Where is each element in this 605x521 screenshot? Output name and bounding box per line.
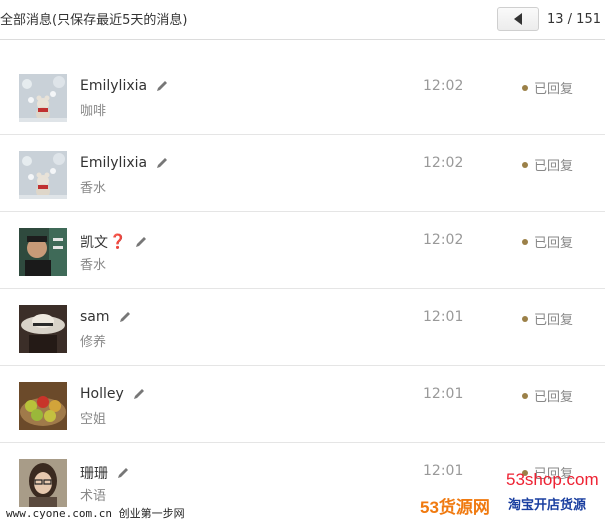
message-time: 12:01 — [423, 309, 464, 325]
avatar[interactable] — [19, 151, 67, 199]
message-time: 12:02 — [423, 232, 464, 248]
contact-name-text[interactable]: 珊珊 — [80, 463, 108, 483]
status-dot-icon — [522, 238, 528, 245]
message-time: 12:01 — [423, 386, 464, 402]
message-preview: 修养 — [80, 335, 107, 350]
contact-name-text[interactable]: 凯文 — [80, 232, 108, 252]
chevron-left-icon — [514, 13, 522, 25]
watermark-brand: 53货源网 — [420, 498, 490, 517]
message-list: Emilylixia 咖啡 12:02 已回复 Emilylixia 香水 12… — [0, 58, 605, 520]
message-preview: 术语 — [80, 489, 107, 504]
page-counter: 13 / 151 — [547, 11, 601, 27]
watermark-slogan: 淘宝开店货源 — [508, 497, 587, 512]
pencil-icon[interactable] — [118, 310, 132, 324]
avatar[interactable] — [19, 382, 67, 430]
status-text: 已回复 — [534, 390, 574, 405]
prev-page-button[interactable] — [497, 7, 539, 31]
contact-name[interactable]: sam — [80, 309, 132, 325]
watermark-domain: 53shop.com — [506, 470, 599, 489]
contact-name[interactable]: 珊珊 — [80, 463, 130, 483]
contact-name[interactable]: Emilylixia — [80, 78, 169, 94]
status-text: 已回复 — [534, 82, 574, 97]
avatar[interactable] — [19, 305, 67, 353]
status-badge: 已回复 — [522, 78, 573, 97]
contact-name-text[interactable]: Holley — [80, 386, 124, 402]
message-preview: 香水 — [80, 181, 107, 196]
message-item[interactable]: Emilylixia 香水 12:02 已回复 — [0, 135, 605, 212]
pencil-icon[interactable] — [134, 235, 148, 249]
status-text: 已回复 — [534, 159, 574, 174]
message-preview: 咖啡 — [80, 104, 107, 119]
message-item[interactable]: sam 修养 12:01 已回复 — [0, 289, 605, 366]
pencil-icon[interactable] — [116, 466, 130, 480]
message-item[interactable]: Emilylixia 咖啡 12:02 已回复 — [0, 58, 605, 135]
header-bar: 全部消息(只保存最近5天的消息) 13 / 151 — [0, 0, 605, 40]
contact-name[interactable]: 凯文 ❓ — [80, 232, 148, 252]
contact-name[interactable]: Emilylixia — [80, 155, 169, 171]
status-text: 已回复 — [534, 236, 574, 251]
status-dot-icon — [522, 161, 528, 168]
page-title: 全部消息(只保存最近5天的消息) — [0, 13, 188, 28]
status-dot-icon — [522, 392, 528, 399]
contact-name-text[interactable]: Emilylixia — [80, 155, 147, 171]
pencil-icon[interactable] — [155, 79, 169, 93]
message-time: 12:01 — [423, 463, 464, 479]
question-mark-icon: ❓ — [109, 234, 127, 250]
message-item[interactable]: 凯文 ❓ 香水 12:02 已回复 — [0, 212, 605, 289]
status-dot-icon — [522, 315, 528, 322]
contact-name-text[interactable]: sam — [80, 309, 110, 325]
pencil-icon[interactable] — [132, 387, 146, 401]
avatar[interactable] — [19, 228, 67, 276]
avatar[interactable] — [19, 459, 67, 507]
contact-name[interactable]: Holley — [80, 386, 146, 402]
footer-site-text: www.cyone.com.cn 创业第一步网 — [6, 507, 185, 520]
avatar[interactable] — [19, 74, 67, 122]
pager: 13 / 151 — [497, 7, 601, 31]
status-badge: 已回复 — [522, 309, 573, 328]
message-item[interactable]: Holley 空姐 12:01 已回复 — [0, 366, 605, 443]
pencil-icon[interactable] — [155, 156, 169, 170]
message-time: 12:02 — [423, 155, 464, 171]
status-badge: 已回复 — [522, 232, 573, 251]
status-badge: 已回复 — [522, 155, 573, 174]
message-time: 12:02 — [423, 78, 464, 94]
contact-name-text[interactable]: Emilylixia — [80, 78, 147, 94]
status-dot-icon — [522, 84, 528, 91]
message-preview: 香水 — [80, 258, 107, 273]
status-text: 已回复 — [534, 313, 574, 328]
message-preview: 空姐 — [80, 412, 107, 427]
status-badge: 已回复 — [522, 386, 573, 405]
